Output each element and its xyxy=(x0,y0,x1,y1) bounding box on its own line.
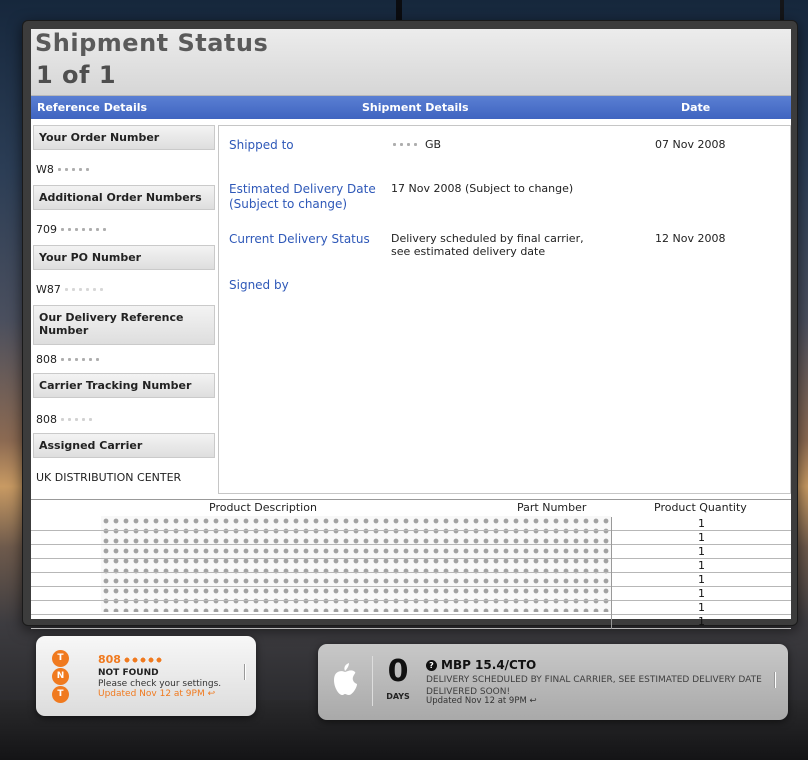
tnt-status: NOT FOUND xyxy=(98,668,159,678)
delivery-reference-label: Our Delivery Reference Number xyxy=(33,305,215,345)
info-icon[interactable]: ? xyxy=(426,660,437,671)
title-bar: Shipment Status 1 of 1 xyxy=(31,29,791,96)
signed-by-label: Signed by xyxy=(229,278,289,292)
redacted-mark xyxy=(59,415,93,425)
days-label: DAYS xyxy=(386,692,410,701)
shipped-to-value: GB xyxy=(391,138,441,151)
product-quantity-cell: 1 xyxy=(611,531,791,545)
product-quantity-cell: 1 xyxy=(611,545,791,559)
redacted-mark xyxy=(59,355,103,365)
current-status-label: Current Delivery Status xyxy=(229,232,370,246)
product-quantity-header: Product Quantity xyxy=(654,501,747,514)
order-model: MBP 15.4/CTO xyxy=(441,658,537,672)
tnt-message: Please check your settings. xyxy=(98,679,222,689)
additional-order-numbers-value: 709 xyxy=(36,223,109,236)
redacted-mark xyxy=(62,285,103,295)
product-row: 1 xyxy=(31,559,791,573)
redacted-mark xyxy=(55,165,92,175)
shipped-to-label: Shipped to xyxy=(229,138,294,152)
current-status-value: Delivery scheduled by final carrier, see… xyxy=(391,232,584,258)
product-row: 1 xyxy=(31,517,791,531)
order-number-label: Your Order Number xyxy=(33,125,215,150)
product-quantity-cell: 1 xyxy=(611,601,791,615)
order-status: DELIVERY SCHEDULED BY FINAL CARRIER, SEE… xyxy=(426,675,762,697)
redacted-mark xyxy=(122,655,163,665)
column-header-shipment: Shipment Details xyxy=(362,101,469,114)
product-quantity-cell: 1 xyxy=(611,517,791,531)
shipment-details-panel: Shipped to GB 07 Nov 2008 Estimated Deli… xyxy=(218,125,791,494)
product-table: Product Description Part Number Product … xyxy=(31,499,791,629)
assigned-carrier-value: UK DISTRIBUTION CENTER xyxy=(36,471,182,484)
product-quantity-cell: 1 xyxy=(611,573,791,587)
product-row: 1 xyxy=(31,587,791,601)
window-content: Shipment Status 1 of 1 Reference Details… xyxy=(31,29,791,629)
product-row: 1 xyxy=(31,615,791,629)
days-count: 0 xyxy=(387,654,409,689)
shipment-status-window: Shipment Status 1 of 1 Reference Details… xyxy=(22,20,798,629)
product-row: 1 xyxy=(31,531,791,545)
tnt-tracking-number: 808 xyxy=(98,653,163,666)
tnt-updated: Updated Nov 12 at 9PM ↩ xyxy=(98,689,216,699)
part-number-header: Part Number xyxy=(517,501,587,514)
widget-grip-handle[interactable] xyxy=(774,672,776,688)
divider xyxy=(372,656,373,706)
product-description-header: Product Description xyxy=(209,501,317,514)
carrier-tracking-label: Carrier Tracking Number xyxy=(33,373,215,398)
product-quantity-cell: 1 xyxy=(611,615,791,629)
column-header-date: Date xyxy=(681,101,711,114)
current-status-date: 12 Nov 2008 xyxy=(655,232,726,245)
apple-updated: Updated Nov 12 at 9PM ↩ xyxy=(426,696,537,706)
product-quantity-cell: 1 xyxy=(611,587,791,601)
tnt-tracking-widget[interactable]: T N T 808 NOT FOUND Please check your se… xyxy=(36,636,256,716)
apple-order-widget[interactable]: 0 DAYS ? MBP 15.4/CTO DELIVERY SCHEDULED… xyxy=(318,644,788,720)
estimated-delivery-value: 17 Nov 2008 (Subject to change) xyxy=(391,182,574,195)
redacted-mark xyxy=(391,140,421,150)
column-header-bar: Reference Details Shipment Details Date xyxy=(31,96,791,119)
assigned-carrier-label: Assigned Carrier xyxy=(33,433,215,458)
apple-icon xyxy=(334,663,357,695)
product-row: 1 xyxy=(31,601,791,615)
additional-order-numbers-label: Additional Order Numbers xyxy=(33,185,215,210)
page-title: Shipment Status xyxy=(35,29,269,57)
redacted-mark xyxy=(59,225,109,235)
widget-grip-handle[interactable] xyxy=(244,664,246,680)
shipped-date: 07 Nov 2008 xyxy=(655,138,726,151)
carrier-tracking-value: 808 xyxy=(36,413,93,426)
column-header-reference: Reference Details xyxy=(37,101,148,114)
po-number-value: W87 xyxy=(36,283,103,296)
delivery-reference-value: 808 xyxy=(36,353,103,366)
estimated-delivery-label: Estimated Delivery Date (Subject to chan… xyxy=(229,182,376,211)
product-quantity-cell: 1 xyxy=(611,559,791,573)
tnt-logo: T N T xyxy=(52,650,74,704)
page-counter: 1 of 1 xyxy=(36,61,117,89)
reference-details-panel: Your Order Number W8 Additional Order Nu… xyxy=(31,119,219,519)
product-row: 1 xyxy=(31,573,791,587)
product-row: 1 xyxy=(31,545,791,559)
order-number-value: W8 xyxy=(36,163,92,176)
po-number-label: Your PO Number xyxy=(33,245,215,270)
